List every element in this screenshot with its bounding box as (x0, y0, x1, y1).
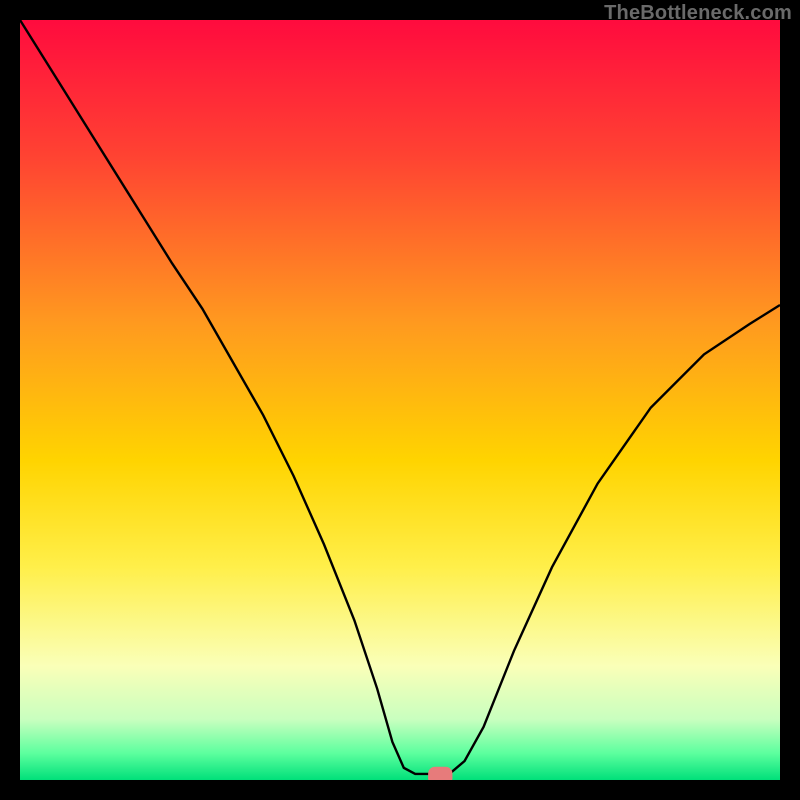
bottleneck-chart (20, 20, 780, 780)
gradient-background (20, 20, 780, 780)
chart-frame: TheBottleneck.com (0, 0, 800, 800)
optimum-marker (428, 767, 452, 780)
